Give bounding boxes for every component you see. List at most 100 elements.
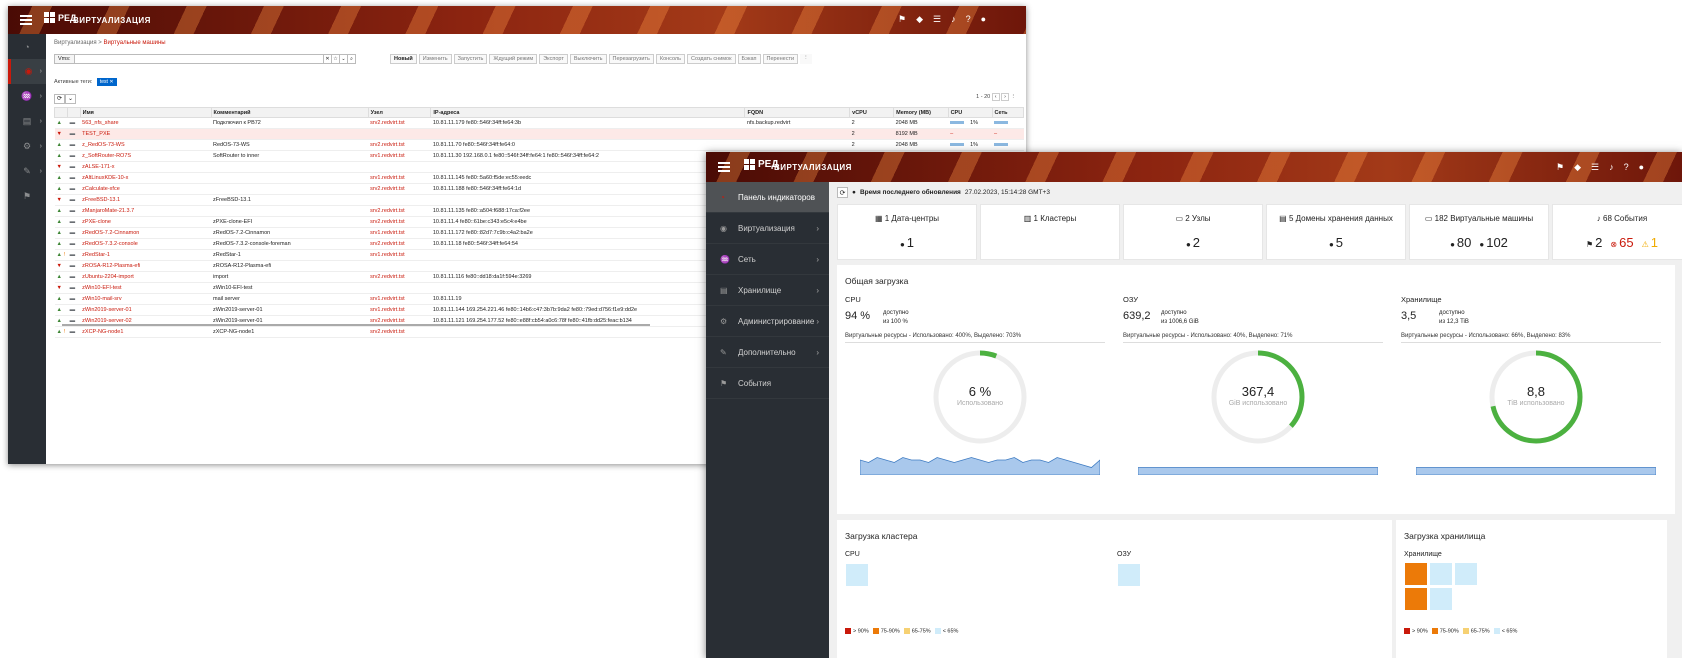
toolbar-button[interactable]: Новый [390,54,417,64]
table-row[interactable]: ▲ ▬ 563_nfs_share Подключил к РВ72 srv2.redv… [54,117,1024,129]
table-row[interactable]: ▲ ▬ z_RedOS-73-WS RedOS-73-WS srv2.redvirt.t… [54,139,1024,151]
user-icon[interactable]: ● [981,14,986,25]
trend-sparkline[interactable] [1416,455,1656,475]
star-icon[interactable]: ☆ [331,55,339,63]
hamburger-menu-icon[interactable] [20,15,32,25]
storage-heatmap-cell[interactable] [1454,562,1478,586]
nav-item[interactable]: ♒ Сеть › [706,244,829,275]
cell-host[interactable] [368,260,431,272]
bookmark-icon[interactable]: ⚑ [898,14,906,25]
cell-host[interactable] [368,282,431,294]
cell-name[interactable]: zROSA-R12-Plasma-efi [80,260,212,272]
column-header[interactable]: Комментарий [210,107,369,118]
donut-gauge[interactable]: 6 %Использовано [932,349,1028,445]
user-icon[interactable]: ● [1639,162,1644,173]
prev-page-button[interactable]: ‹ [991,93,1000,101]
donut-gauge[interactable]: 367,4GiB использовано [1210,349,1306,445]
cell-host[interactable]: srv1.redvirt.tst [368,150,431,162]
help-icon[interactable]: ? [966,14,971,25]
toolbar-button[interactable]: Консоль [655,54,685,64]
cell-name[interactable]: zManjaroMate-21.3.7 [80,205,212,217]
tag-icon[interactable]: ◆ [916,14,923,25]
cell-name[interactable]: zXCP-NG-node1 [80,326,212,338]
cell-host[interactable]: srv1.redvirt.tst [368,293,431,305]
horizontal-scrollbar[interactable] [62,324,650,326]
bell-icon[interactable]: ♪ [1609,162,1614,173]
tasks-icon[interactable]: ☰ [1591,162,1599,173]
cell-name[interactable]: zWin2019-server-01 [80,304,212,316]
nav-item[interactable]: ⚑ События [706,368,829,399]
cell-host[interactable]: srv2.redvirt.tst [368,183,431,195]
cell-host[interactable] [368,161,431,173]
cell-name[interactable]: zRedOS-7.3.2-console [80,238,212,250]
toolbar-button[interactable]: Выключить [569,54,607,64]
search-icon[interactable]: ⌕ [347,55,355,63]
toolbar-button[interactable]: Перезагрузить [608,54,654,64]
cell-name[interactable]: zCalculate-xfce [80,183,212,195]
card-value[interactable]: ⚑ 2 [1586,235,1602,250]
tag-icon[interactable]: ◆ [1574,162,1581,173]
next-page-button[interactable]: › [1001,93,1009,101]
column-header[interactable]: Имя [79,107,212,118]
cell-name[interactable]: zFreeBSD-13.1 [80,194,212,206]
card-value[interactable]: ● 2 [1186,235,1200,250]
cluster-cpu-heatmap-cell[interactable] [845,563,869,587]
column-header[interactable]: Узел [367,107,432,118]
card-value[interactable]: ⚠ 1 [1642,235,1658,250]
bookmark-icon[interactable]: ⚑ [1556,162,1564,173]
card-value[interactable]: ● 102 [1479,235,1508,250]
cell-host[interactable]: srv2.redvirt.tst [368,139,431,151]
cell-host[interactable]: srv2.redvirt.tst [368,238,431,250]
storage-heatmap-cell[interactable] [1429,587,1453,611]
refresh-button[interactable]: ⟳ [54,94,65,104]
cell-host[interactable]: srv2.redvirt.tst [368,326,431,338]
cell-name[interactable]: zPXE-clone [80,216,212,228]
status-card[interactable]: ▦ 1 Дата-центры ● 1 [837,204,977,260]
toolbar-button[interactable]: Изменить [418,54,452,64]
status-card[interactable]: ▭ 182 Виртуальные машины ● 80 ● 102 [1409,204,1549,260]
nav-item[interactable]: ⚙ Администрирование › [706,306,829,337]
cell-host[interactable] [368,194,431,206]
bell-icon[interactable]: ♪ [951,14,956,25]
nav-item[interactable]: ◉ Виртуализация › [706,213,829,244]
toolbar-button[interactable]: Запустить [453,54,488,64]
cell-name[interactable]: zWin10-mail-srv [80,293,212,305]
card-value[interactable]: ● 1 [900,235,914,250]
storage-heatmap-cell[interactable] [1429,562,1453,586]
cell-name[interactable]: zWin10-EFI-test [80,282,212,294]
card-value[interactable]: ⊗ 65 [1610,235,1633,250]
cell-name[interactable]: z_RedOS-73-WS [80,139,212,151]
cell-host[interactable]: srv1.redvirt.tst [368,304,431,316]
refresh-button[interactable]: ⟳ [837,187,848,198]
kebab-icon[interactable]: ⋮ [1011,94,1017,100]
cell-host[interactable] [368,128,431,140]
cell-host[interactable]: srv1.redvirt.tst [368,249,431,261]
cell-host[interactable]: srv1.redvirt.tst [368,172,431,184]
nav-extras[interactable]: ✎ › [8,159,46,184]
status-card[interactable]: ▥ 1 Кластеры [980,204,1120,260]
cell-name[interactable]: 563_nfs_share [80,117,212,129]
cell-name[interactable]: z_SoftRouter-RO7S [80,150,212,162]
cell-host[interactable]: srv2.redvirt.tst [368,117,431,129]
cell-name[interactable]: zAltLinuxKDE-10-x [80,172,212,184]
trend-sparkline[interactable] [1138,455,1378,475]
storage-heatmap-cell[interactable] [1404,562,1428,586]
card-value[interactable]: ● 80 [1450,235,1471,250]
nav-item[interactable]: ▤ Хранилище › [706,275,829,306]
status-card[interactable]: ▭ 2 Узлы ● 2 [1123,204,1263,260]
clear-icon[interactable]: ✕ [323,55,331,63]
donut-gauge[interactable]: 8,8TiB использовано [1488,349,1584,445]
storage-heatmap-cell[interactable] [1404,587,1428,611]
cell-host[interactable]: srv2.redvirt.tst [368,271,431,283]
status-card[interactable]: ♪ 68 События ⚑ 2 ⊗ 65 ⚠ 1 [1552,204,1682,260]
column-header[interactable]: Сеть [991,107,1025,118]
hamburger-menu-icon[interactable] [718,162,730,172]
nav-item[interactable]: ◔ Панель индикаторов [706,182,829,213]
status-card[interactable]: ▤ 5 Домены хранения данных ● 5 [1266,204,1406,260]
toolbar-button[interactable]: Экспорт [539,54,568,64]
column-header[interactable]: IP-адреса [430,107,746,118]
column-header[interactable]: Memory (MB) [893,107,949,118]
cell-name[interactable]: zUbuntu-2204-import [80,271,212,283]
cell-name[interactable]: zRedOS-7.2-Cinnamon [80,227,212,239]
chevron-down-icon[interactable]: ⌄ [339,55,347,63]
